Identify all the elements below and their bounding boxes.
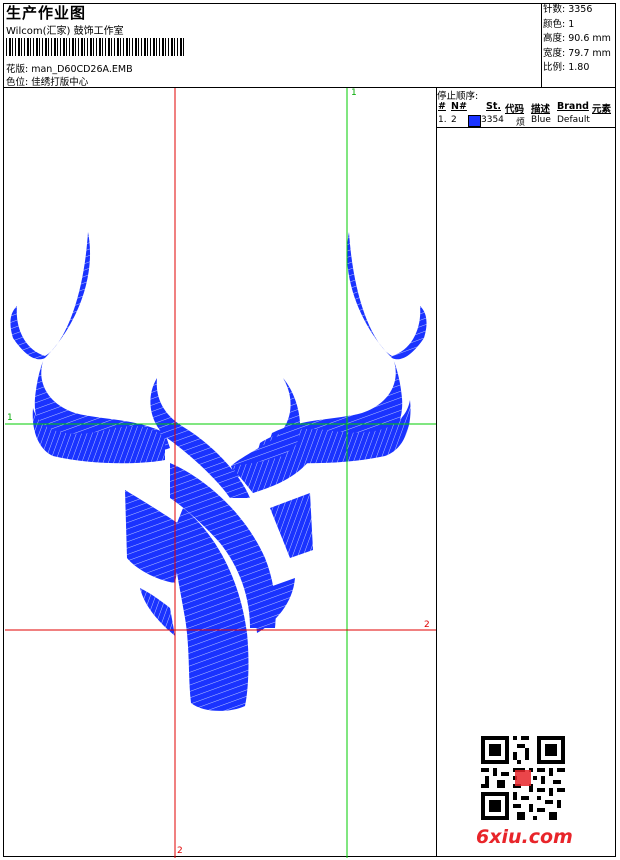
design-scale: 比例: 1.80 (543, 62, 590, 74)
software-label: Wilcom(汇家) 鼓饰工作室 (6, 26, 124, 37)
thread-color-swatch (468, 115, 481, 127)
row-brand: Default (557, 115, 590, 125)
design-height: 高度: 90.6 mm (543, 33, 611, 45)
row-needle: 2 (451, 115, 457, 125)
stats-panel: 针数: 3356 颜色: 1 高度: 90.6 mm 宽度: 79.7 mm 比… (543, 3, 611, 76)
col-header-brand: Brand (557, 101, 589, 112)
col-header-num: # (438, 101, 446, 112)
col-header-desc: 描述 (531, 104, 551, 115)
embroidery-design (5, 88, 436, 858)
design-file-row: 花版: man_D60CD26A.EMB (6, 61, 133, 75)
stats-divider (541, 3, 542, 88)
guide-bottom-label: 2 (177, 846, 183, 856)
row-desc: Blue (531, 115, 551, 125)
row-num: 1. (438, 115, 447, 125)
color-value: 佳绣打版中心 (31, 77, 89, 88)
guide-left-label: 1 (7, 413, 13, 423)
col-header-needle: N# (451, 101, 467, 112)
row-code: 烦 (516, 118, 526, 128)
table-divider (437, 127, 616, 128)
col-header-stitches: St. (486, 101, 501, 112)
stop-sequence-title: 停止顺序: (437, 91, 479, 102)
left-cheek (140, 588, 175, 636)
guide-top-label: 1 (351, 88, 357, 98)
site-watermark: 6xiu.com (476, 826, 573, 848)
stitch-count: 针数: 3356 (543, 4, 593, 15)
col-header-code: 代码 (505, 104, 525, 115)
color-count: 颜色: 1 (543, 18, 575, 30)
col-header-element: 元素 (592, 104, 612, 115)
right-cheek-block (270, 493, 313, 558)
color-row: 色位: 佳绣打版中心 (6, 74, 88, 88)
design-canvas: 1 1 2 2 (5, 88, 436, 858)
design-width: 宽度: 79.7 mm (543, 47, 611, 59)
qr-code (481, 736, 565, 820)
guide-right-label: 2 (424, 620, 430, 630)
page-title: 生产作业图 (6, 4, 87, 22)
left-antler (10, 232, 91, 360)
color-label: 色位: (6, 77, 29, 88)
right-antler (346, 232, 427, 360)
barcode (6, 38, 186, 56)
row-stitches: 3354 (481, 115, 504, 125)
panel-divider (436, 88, 437, 857)
